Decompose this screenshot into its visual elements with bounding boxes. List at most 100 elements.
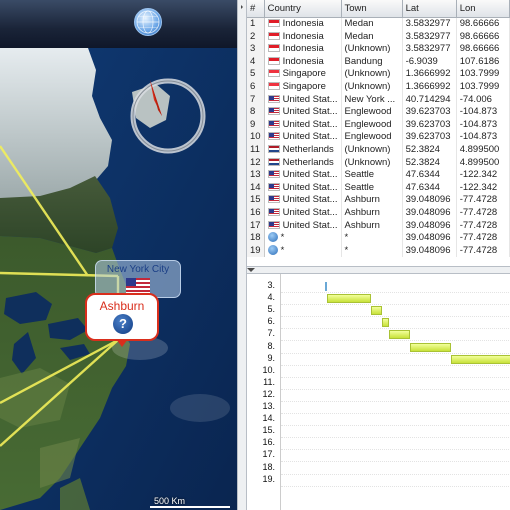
gantt-gridline [281, 388, 510, 390]
usa-flag-icon [267, 94, 280, 103]
table-row[interactable]: 1 Indonesia Medan 3.5832977 98.66666 [247, 17, 510, 31]
lon-cell: -77.4728 [456, 194, 510, 207]
table-row[interactable]: 4 Indonesia Bandung -6.9039 107.6186 [247, 55, 510, 69]
lon-cell: -77.4728 [456, 206, 510, 220]
lon-cell-text: -104.873 [459, 106, 498, 118]
gantt-gridline [281, 340, 510, 342]
table-header-row: # Country Town Lat Lon [247, 0, 510, 18]
row-index: 19 [247, 244, 265, 258]
town-cell-text: Englewood [344, 118, 392, 130]
unknown-flag-icon [267, 232, 278, 243]
lon-cell-text: 4.899500 [459, 156, 500, 168]
column-header-country[interactable]: Country [264, 0, 342, 18]
table-row[interactable]: 10 United Stat... Englewood 39.623703 -104.8… [247, 131, 510, 144]
row-index: 14 [247, 181, 265, 195]
gantt-row-label: 8. [267, 340, 275, 351]
table-row[interactable]: 2 Indonesia Medan 3.5832977 98.66666 [247, 30, 510, 44]
town-cell-text: * [344, 232, 349, 244]
lat-cell: -6.9039 [402, 55, 457, 69]
country-cell-text: Netherlands [282, 143, 334, 155]
country-cell-text: Netherlands [282, 156, 334, 168]
table-row[interactable]: 8 United Stat... Englewood 39.623703 -104.87… [247, 106, 510, 119]
country-cell-text: United Stat... [282, 194, 338, 206]
table-row[interactable]: 15 United Stat... Ashburn 39.048096 -77.4728 [247, 194, 510, 207]
town-cell: Englewood [341, 106, 403, 119]
row-index-text: 12 [250, 156, 261, 168]
callout-pointer [116, 339, 128, 347]
country-cell: United Stat... [264, 118, 342, 132]
globe-icon[interactable] [134, 8, 162, 36]
column-header-lat[interactable]: Lat [402, 0, 457, 18]
country-cell-text: Indonesia [282, 18, 324, 29]
gantt-gridline [281, 364, 510, 366]
town-cell-text: Medan [344, 18, 374, 29]
lat-cell-text: 52.3824 [405, 143, 440, 155]
country-cell-text: United Stat... [282, 181, 338, 193]
lat-cell: 39.048096 [402, 194, 457, 207]
table-row[interactable]: 5 Singapore (Unknown) 1.3666992 103.7999 [247, 68, 510, 81]
row-index: 9 [247, 118, 265, 132]
collapse-arrow-icon[interactable] [247, 268, 255, 272]
lon-cell-text: 103.7999 [459, 80, 500, 92]
lat-cell: 3.5832977 [402, 30, 457, 44]
collapse-arrow-icon[interactable] [241, 5, 243, 9]
gantt-gridline [281, 437, 510, 439]
netherlands-flag-icon [267, 144, 280, 153]
row-index-text: 14 [250, 181, 261, 193]
table-row[interactable]: 17 United Stat... Ashburn 39.048096 -77.4728 [247, 219, 510, 233]
country-cell-text: Singapore [282, 68, 326, 80]
singapore-flag-icon [267, 81, 280, 90]
country-cell: Indonesia [264, 55, 342, 69]
table-row[interactable]: 7 United Stat... New York ... 40.714294 -74.… [247, 93, 510, 107]
gantt-gridline [281, 376, 510, 378]
lon-cell: -77.4728 [456, 244, 510, 258]
map-scale-bar [150, 506, 230, 508]
row-index: 3 [247, 43, 265, 56]
row-index-text: 16 [250, 206, 261, 218]
row-index: 6 [247, 80, 265, 94]
gantt-row-label: 13. [262, 401, 275, 411]
table-row[interactable]: 14 United Stat... Seattle 47.6344 -122.342 [247, 181, 510, 195]
lon-cell-text: -122.342 [459, 169, 498, 181]
town-cell: (Unknown) [341, 80, 403, 94]
table-row[interactable]: 18 * * 39.048096 -77.4728 [247, 232, 510, 245]
gantt-gridline [281, 352, 510, 354]
lon-cell: -122.342 [456, 169, 510, 182]
table-row[interactable]: 3 Indonesia (Unknown) 3.5832977 98.66666 [247, 43, 510, 56]
vertical-splitter[interactable] [237, 0, 247, 510]
table-row[interactable]: 16 United Stat... Ashburn 39.048096 -77.4728 [247, 206, 510, 220]
town-cell: Medan [341, 30, 403, 44]
gantt-gridline [281, 485, 510, 487]
map-view[interactable]: New York City Ashburn ? 500 Km [0, 0, 237, 510]
table-row[interactable]: 9 United Stat... Englewood 39.623703 -104.87… [247, 118, 510, 132]
table-row[interactable]: 13 United Stat... Seattle 47.6344 -122.342 [247, 169, 510, 182]
table-row[interactable]: 12 Netherlands (Unknown) 52.3824 4.899500 [247, 156, 510, 170]
lat-cell: 3.5832977 [402, 43, 457, 56]
lon-cell: 103.7999 [456, 68, 510, 81]
row-index: 7 [247, 93, 265, 107]
table-row[interactable]: 6 Singapore (Unknown) 1.3666992 103.7999 [247, 80, 510, 94]
gantt-row-label: 11. [263, 376, 275, 387]
column-header-lon[interactable]: Lon [456, 0, 510, 18]
lat-cell-text: 47.6344 [405, 181, 440, 193]
row-index-text: 2 [250, 30, 256, 42]
location-callout[interactable]: Ashburn ? [85, 293, 159, 341]
gantt-gridline [281, 461, 510, 463]
gantt-gridline [281, 425, 510, 427]
compass-icon[interactable] [128, 76, 208, 156]
row-index-text: 5 [250, 68, 256, 80]
town-cell-text: Seattle [344, 181, 375, 193]
lat-cell-text: 39.048096 [405, 206, 451, 218]
town-cell-text: (Unknown) [344, 68, 391, 80]
town-cell: Bandung [341, 55, 403, 69]
column-header-town[interactable]: Town [341, 0, 403, 18]
column-header-index[interactable]: # [247, 0, 265, 18]
town-cell: Ashburn [341, 194, 403, 207]
usa-flag-icon [267, 107, 280, 116]
town-cell: Medan [341, 17, 403, 31]
horizontal-splitter[interactable] [247, 266, 510, 274]
connections-table[interactable]: # Country Town Lat Lon 1 Indonesia Medan 3.… [247, 0, 510, 266]
table-row[interactable]: 11 Netherlands (Unknown) 52.3824 4.899500 [247, 143, 510, 157]
lon-cell-text: 98.66666 [459, 30, 500, 42]
table-row[interactable]: 19 * * 39.048096 -77.4728 [247, 244, 510, 258]
